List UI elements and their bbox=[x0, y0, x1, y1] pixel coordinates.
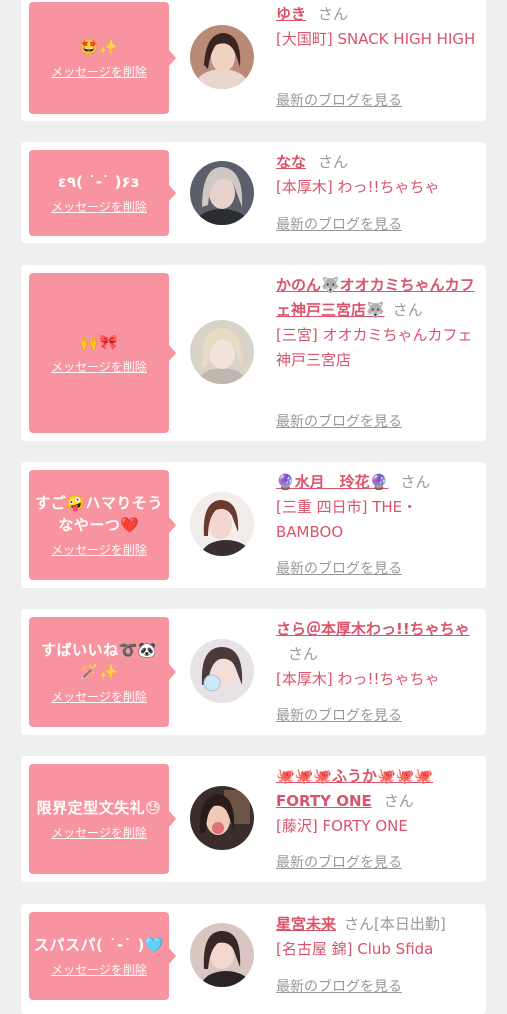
message-text: スパスパ( ˙-˙ )🩵 bbox=[33, 936, 165, 954]
message-text: ε٩( ˙-˙ )۶з bbox=[58, 173, 140, 191]
delete-message-link[interactable]: メッセージを削除 bbox=[51, 825, 147, 841]
message-bubble: 限界定型文失礼😓 メッセージを削除 bbox=[29, 764, 176, 874]
message-bubble: 🤩✨ メッセージを削除 bbox=[29, 2, 176, 114]
sender-name[interactable]: ゆき bbox=[276, 5, 306, 23]
avatar[interactable] bbox=[190, 161, 254, 225]
message-card: すばいいね➰🐼🪄✨ メッセージを削除 さら＠本厚木わっ!!ちゃちゃさん [本厚木… bbox=[21, 609, 486, 735]
message-text: 🙌🎀 bbox=[79, 333, 119, 351]
sender-name[interactable]: 🔮水月 玲花🔮 bbox=[276, 473, 388, 491]
message-card: 🙌🎀 メッセージを削除 かのん🐺オオカミちゃんカフェ神戸三宮店🐺 さん [三宮] … bbox=[21, 265, 486, 441]
message-bubble: すご🤪ハマりそうなやーつ❤️ メッセージを削除 bbox=[29, 470, 176, 580]
delete-message-link[interactable]: メッセージを削除 bbox=[51, 359, 147, 375]
message-card: ε٩( ˙-˙ )۶з メッセージを削除 なな さん [本厚木] わっ!!ちゃちゃ… bbox=[21, 142, 486, 243]
honorific: さん bbox=[400, 473, 431, 491]
latest-blog-link[interactable]: 最新のブログを見る bbox=[276, 214, 402, 234]
avatar[interactable] bbox=[190, 639, 254, 703]
honorific: さん bbox=[318, 5, 349, 23]
message-bubble: 🙌🎀 メッセージを削除 bbox=[29, 273, 176, 433]
honorific: さん bbox=[383, 792, 414, 810]
sender-info: ゆき さん [大国町] SNACK HIGH HIGH bbox=[276, 2, 476, 52]
sender-info: さら＠本厚木わっ!!ちゃちゃさん [本厚木] わっ!!ちゃちゃ bbox=[276, 617, 476, 692]
shop-name: [本厚木] わっ!!ちゃちゃ bbox=[276, 670, 440, 688]
delete-message-link[interactable]: メッセージを削除 bbox=[51, 962, 147, 978]
latest-blog-link[interactable]: 最新のブログを見る bbox=[276, 705, 402, 725]
message-text: すご🤪ハマりそうなやーつ❤️ bbox=[35, 494, 163, 534]
shop-name: [本厚木] わっ!!ちゃちゃ bbox=[276, 178, 440, 196]
honorific: さん bbox=[392, 301, 423, 319]
message-card: スパスパ( ˙-˙ )🩵 メッセージを削除 星宮未来 さん[本日出勤] [名古屋 … bbox=[21, 904, 486, 1014]
latest-blog-link[interactable]: 最新のブログを見る bbox=[276, 411, 402, 431]
message-bubble: すばいいね➰🐼🪄✨ メッセージを削除 bbox=[29, 617, 176, 727]
message-text: 限界定型文失礼😓 bbox=[36, 799, 162, 817]
honorific: さん bbox=[288, 645, 319, 663]
sender-name[interactable]: さら＠本厚木わっ!!ちゃちゃ bbox=[276, 620, 470, 638]
honorific: さん bbox=[318, 153, 349, 171]
sender-info: 星宮未来 さん[本日出勤] [名古屋 錦] Club Sfida bbox=[276, 912, 476, 962]
honorific: さん bbox=[344, 915, 375, 933]
shop-name: [名古屋 錦] Club Sfida bbox=[276, 940, 434, 958]
sender-name[interactable]: 星宮未来 bbox=[276, 915, 336, 933]
message-card: すご🤪ハマりそうなやーつ❤️ メッセージを削除 🔮水月 玲花🔮 さん [三重 四日… bbox=[21, 462, 486, 588]
latest-blog-link[interactable]: 最新のブログを見る bbox=[276, 976, 402, 996]
avatar[interactable] bbox=[190, 25, 254, 89]
delete-message-link[interactable]: メッセージを削除 bbox=[51, 199, 147, 215]
delete-message-link[interactable]: メッセージを削除 bbox=[51, 689, 147, 705]
message-text: すばいいね➰🐼🪄✨ bbox=[41, 641, 157, 681]
shop-name: [三重 四日市] THE・BAMBOO bbox=[276, 498, 418, 541]
sender-name[interactable]: なな bbox=[276, 153, 306, 171]
message-bubble: ε٩( ˙-˙ )۶з メッセージを削除 bbox=[29, 150, 176, 236]
sender-name[interactable]: かのん🐺オオカミちゃんカフェ神戸三宮店🐺 bbox=[276, 276, 475, 319]
status-note: [本日出勤] bbox=[374, 915, 446, 933]
message-card: 🤩✨ メッセージを削除 ゆき さん [大国町] SNACK HIGH HIGH 最… bbox=[21, 0, 486, 121]
shop-name: [大国町] SNACK HIGH HIGH bbox=[276, 30, 476, 48]
avatar[interactable] bbox=[190, 492, 254, 556]
shop-name: [三宮] オオカミちゃんカフェ神戸三宮店 bbox=[276, 326, 473, 369]
sender-info: 🐙🐙🐙ふうか🐙🐙🐙FORTY ONE さん [藤沢] FORTY ONE bbox=[276, 764, 476, 839]
message-text: 🤩✨ bbox=[79, 38, 119, 56]
latest-blog-link[interactable]: 最新のブログを見る bbox=[276, 558, 402, 578]
shop-name: [藤沢] FORTY ONE bbox=[276, 817, 408, 835]
latest-blog-link[interactable]: 最新のブログを見る bbox=[276, 90, 402, 110]
message-list: 🤩✨ メッセージを削除 ゆき さん [大国町] SNACK HIGH HIGH 最… bbox=[0, 0, 507, 1014]
sender-info: なな さん [本厚木] わっ!!ちゃちゃ bbox=[276, 150, 476, 200]
delete-message-link[interactable]: メッセージを削除 bbox=[51, 64, 147, 80]
delete-message-link[interactable]: メッセージを削除 bbox=[51, 542, 147, 558]
sender-info: 🔮水月 玲花🔮 さん [三重 四日市] THE・BAMBOO bbox=[276, 470, 476, 545]
message-bubble: スパスパ( ˙-˙ )🩵 メッセージを削除 bbox=[29, 912, 176, 1000]
avatar[interactable] bbox=[190, 320, 254, 384]
sender-info: かのん🐺オオカミちゃんカフェ神戸三宮店🐺 さん [三宮] オオカミちゃんカフェ神戸… bbox=[276, 273, 476, 373]
latest-blog-link[interactable]: 最新のブログを見る bbox=[276, 852, 402, 872]
avatar[interactable] bbox=[190, 923, 254, 987]
message-card: 限界定型文失礼😓 メッセージを削除 🐙🐙🐙ふうか🐙🐙🐙FORTY ONE さん [… bbox=[21, 756, 486, 882]
avatar[interactable] bbox=[190, 786, 254, 850]
